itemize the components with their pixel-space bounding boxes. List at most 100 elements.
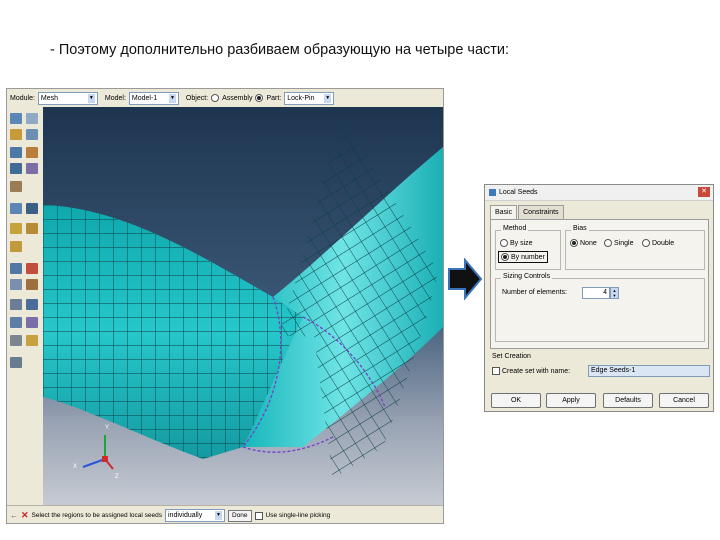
bias-none-label: None bbox=[580, 239, 597, 247]
chevron-down-icon: ▼ bbox=[168, 93, 176, 103]
bias-none-radio[interactable] bbox=[570, 239, 578, 247]
seed-part-tool-icon[interactable] bbox=[10, 113, 22, 124]
chevron-down-icon: ▼ bbox=[87, 93, 95, 103]
datum-csys-tool-icon[interactable] bbox=[26, 317, 38, 328]
mesh-part-tool-icon[interactable] bbox=[10, 181, 22, 192]
object-label: Object: bbox=[185, 94, 209, 102]
prompt-text: Select the regions to be assigned local … bbox=[31, 512, 162, 519]
set-name-field[interactable]: Edge Seeds-1 bbox=[588, 365, 710, 377]
spinner-icon[interactable]: ▲ ▼ bbox=[610, 287, 619, 299]
mesh-toolbox bbox=[7, 107, 44, 505]
dialog-titlebar: Local Seeds ✕ bbox=[485, 185, 713, 201]
by-size-option[interactable]: By size bbox=[500, 239, 533, 247]
set-creation-section: Set Creation Create set with name: Edge … bbox=[490, 353, 710, 387]
mesh-controls-tool-icon[interactable] bbox=[10, 163, 22, 174]
defaults-button[interactable]: Defaults bbox=[603, 393, 653, 408]
triad-z-label: Z bbox=[115, 474, 119, 480]
back-arrow-icon[interactable]: ← bbox=[10, 511, 18, 520]
delete-mesh-tool-icon[interactable] bbox=[26, 203, 38, 214]
create-set-option[interactable]: Create set with name: bbox=[492, 367, 570, 375]
view-triad: Y X Z bbox=[73, 425, 119, 480]
method-label: Method bbox=[501, 225, 529, 232]
edit-mesh-tool-icon[interactable] bbox=[26, 279, 38, 290]
model-label: Model: bbox=[104, 94, 126, 102]
module-select[interactable]: Mesh ▼ bbox=[37, 91, 98, 105]
seed-instance-tool-icon[interactable] bbox=[10, 129, 22, 140]
bias-double-radio[interactable] bbox=[642, 239, 650, 247]
part-label: Part: bbox=[266, 94, 282, 102]
selection-method-select[interactable]: individually ▼ bbox=[165, 509, 225, 522]
cancel-x-icon[interactable]: ✕ bbox=[21, 510, 29, 521]
prompt-bar: ← ✕ Select the regions to be assigned lo… bbox=[7, 505, 443, 523]
assembly-radio[interactable] bbox=[211, 94, 220, 102]
apply-button[interactable]: Apply bbox=[546, 393, 596, 408]
chevron-down-icon: ▼ bbox=[215, 511, 222, 520]
single-pick-label: Use single-line picking bbox=[265, 512, 331, 519]
partition-cell-tool-icon[interactable] bbox=[26, 263, 38, 274]
mesh-region-tool-icon[interactable] bbox=[10, 203, 22, 214]
seed-edge-tool-icon[interactable] bbox=[26, 113, 38, 124]
module-value: Mesh bbox=[40, 94, 59, 102]
module-label: Module: bbox=[10, 94, 35, 102]
basic-panel: Method By size By number Bias None Singl… bbox=[490, 219, 709, 349]
part-value: Lock-Pin bbox=[287, 94, 315, 102]
bias-none-option[interactable]: None bbox=[570, 239, 597, 247]
arrow-right-icon bbox=[448, 258, 483, 300]
bias-single-option[interactable]: Single bbox=[604, 239, 633, 247]
edge-bias-tool-icon[interactable] bbox=[26, 147, 38, 158]
part-radio[interactable] bbox=[255, 94, 264, 102]
single-pick-checkbox[interactable] bbox=[254, 511, 263, 520]
tab-constraints[interactable]: Constraints bbox=[518, 205, 564, 219]
seed-edge-by-number-tool-icon[interactable] bbox=[26, 129, 38, 140]
bias-single-radio[interactable] bbox=[604, 239, 612, 247]
by-size-label: By size bbox=[510, 239, 533, 247]
cancel-button[interactable]: Cancel bbox=[659, 393, 709, 408]
datum-point-tool-icon[interactable] bbox=[26, 299, 38, 310]
bias-double-option[interactable]: Double bbox=[642, 239, 674, 247]
by-number-radio[interactable] bbox=[501, 253, 509, 261]
model-value: Model-1 bbox=[131, 94, 158, 102]
query-tool-icon[interactable] bbox=[26, 223, 38, 234]
set-creation-label: Set Creation bbox=[492, 353, 531, 360]
datum-axis-tool-icon[interactable] bbox=[10, 299, 22, 310]
partition-edge-tool-icon[interactable] bbox=[10, 241, 22, 252]
datum-plane-tool-icon[interactable] bbox=[10, 317, 22, 328]
viewport[interactable]: Y X Z bbox=[43, 107, 443, 505]
ok-button[interactable]: OK bbox=[491, 393, 541, 408]
model-select[interactable]: Model-1 ▼ bbox=[128, 91, 179, 105]
verify-mesh-tool-icon[interactable] bbox=[10, 223, 22, 234]
tab-basic[interactable]: Basic bbox=[490, 205, 518, 219]
bias-double-label: Double bbox=[652, 239, 675, 247]
create-set-checkbox[interactable] bbox=[492, 367, 500, 375]
elements-label: Number of elements: bbox=[502, 289, 567, 296]
done-button[interactable]: Done bbox=[228, 509, 252, 522]
elements-field[interactable]: 4 bbox=[582, 287, 610, 299]
context-bar: Module: Mesh ▼ Model: Model-1 ▼ Object: … bbox=[7, 89, 443, 107]
bias-single-label: Single bbox=[614, 239, 634, 247]
delete-seeds-tool-icon[interactable] bbox=[10, 147, 22, 158]
sizing-label: Sizing Controls bbox=[501, 273, 553, 280]
dialog-tabs: Basic Constraints bbox=[490, 205, 565, 219]
local-seeds-dialog: Local Seeds ✕ Basic Constraints Method B… bbox=[484, 184, 714, 412]
create-set-label: Create set with name: bbox=[502, 367, 571, 375]
chevron-down-icon: ▼ bbox=[324, 93, 332, 103]
abaqus-window: Module: Mesh ▼ Model: Model-1 ▼ Object: … bbox=[6, 88, 444, 524]
sizing-group: Sizing Controls Number of elements: 4 ▲ ▼ bbox=[495, 273, 705, 342]
by-number-option[interactable]: By number bbox=[498, 251, 548, 263]
selection-method-value: individually bbox=[168, 512, 203, 519]
by-number-label: By number bbox=[511, 253, 545, 261]
virtual-topology-tool-icon[interactable] bbox=[10, 279, 22, 290]
partition-face-tool-icon[interactable] bbox=[10, 263, 22, 274]
part-select[interactable]: Lock-Pin ▼ bbox=[284, 91, 335, 105]
dialog-title: Local Seeds bbox=[499, 189, 538, 196]
tools-tool-icon[interactable] bbox=[10, 357, 22, 368]
assign-stack-tool-icon[interactable] bbox=[26, 335, 38, 346]
seed-icon bbox=[489, 189, 496, 196]
bias-label: Bias bbox=[571, 225, 589, 232]
close-icon[interactable]: ✕ bbox=[698, 187, 710, 197]
element-type-tool-icon[interactable] bbox=[26, 163, 38, 174]
by-size-radio[interactable] bbox=[500, 239, 508, 247]
slide-title: - Поэтому дополнительно разбиваем образу… bbox=[50, 42, 510, 58]
method-group: Method By size By number bbox=[495, 225, 561, 270]
create-set-tool-icon[interactable] bbox=[10, 335, 22, 346]
